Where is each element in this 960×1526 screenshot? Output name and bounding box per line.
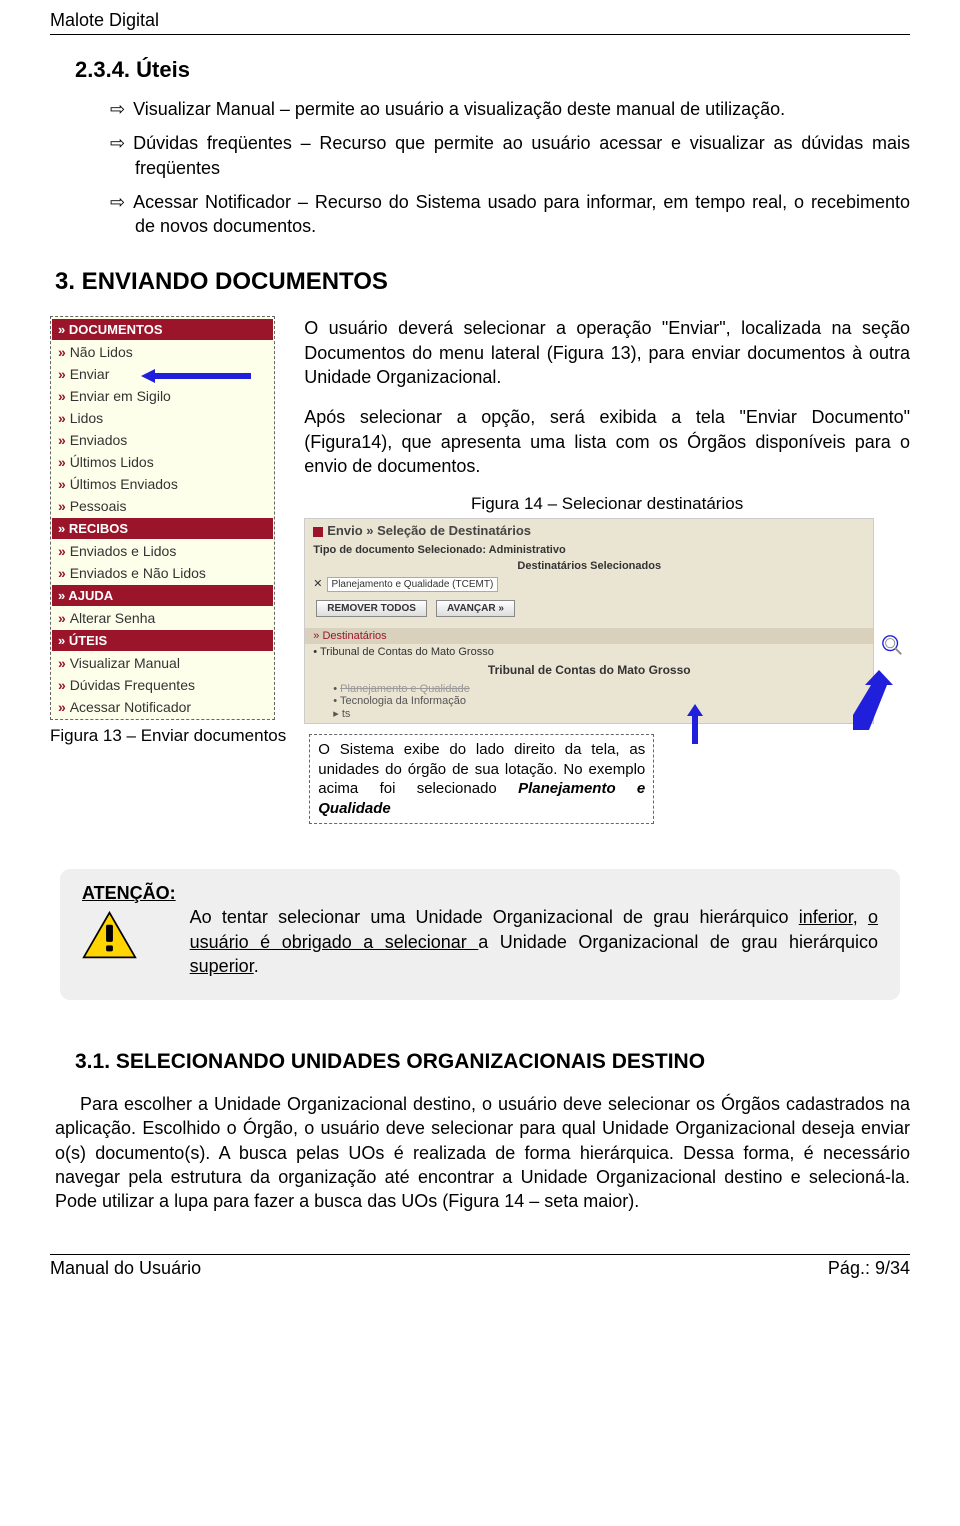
heading-31: 3.1. SELECIONANDO UNIDADES ORGANIZACIONA… [75, 1050, 910, 1074]
footer-right: Pág.: 9/34 [828, 1258, 910, 1279]
sidebar-item: Enviados e Não Lidos [52, 562, 273, 584]
fig14-sub-item: Tecnologia da Informação [340, 695, 466, 707]
small-arrow-icon [687, 704, 703, 747]
fig14-title: Envio » Seleção de Destinatários [327, 523, 531, 538]
figure14-note-box: O Sistema exibe do lado direito da tela,… [309, 734, 654, 824]
warning-triangle-icon [82, 910, 137, 960]
figure14-caption: Figura 14 – Selecionar destinatários [304, 494, 910, 514]
bullet-acessar-text: Acessar Notificador – Recurso do Sistema… [133, 192, 910, 236]
sidebar-cat-documentos: » DOCUMENTOS [52, 319, 273, 340]
square-icon [313, 527, 323, 537]
highlight-arrow-icon [141, 369, 241, 379]
fig14-destinatarios-header: » Destinatários [305, 628, 873, 644]
para-enviando-1: O usuário deverá selecionar a operação "… [304, 316, 910, 389]
sidebar-item: Alterar Senha [52, 607, 273, 629]
fig14-selected-cell: Planejamento e Qualidade (TCEMT) [327, 577, 499, 592]
footer-left: Manual do Usuário [50, 1258, 201, 1279]
magnifier-icon [881, 634, 903, 656]
attention-text: Ao tentar selecionar uma Unidade Organiz… [190, 883, 878, 978]
sidebar-item: Lidos [52, 407, 273, 429]
fig14-dest-sel: Destinatários Selecionados [305, 558, 873, 574]
attention-block: ATENÇÃO: Ao tentar selecionar uma Unidad… [60, 869, 900, 1000]
screenshot-envio-destinatarios: Envio » Seleção de Destinatários Tipo de… [304, 518, 874, 724]
avancar-button: AVANÇAR » [436, 600, 515, 617]
sidebar-item: Dúvidas Frequentes [52, 674, 273, 696]
sidebar-cat-recibos: » RECIBOS [52, 518, 273, 539]
fig14-trib-bold: Tribunal de Contas do Mato Grosso [305, 660, 873, 680]
sidebar-item: Últimos Enviados [52, 473, 273, 495]
figure13-caption: Figura 13 – Enviar documentos [50, 726, 286, 746]
fig14-sub-item: ts [342, 708, 351, 720]
sidebar-item: Pessoais [52, 495, 273, 517]
sidebar-item: Enviados e Lidos [52, 540, 273, 562]
fig14-tipo: Tipo de documento Selecionado: Administr… [305, 542, 873, 558]
attention-label: ATENÇÃO: [82, 883, 176, 904]
sidebar-item: Não Lidos [52, 341, 273, 363]
sidebar-item: Enviar em Sigilo [52, 385, 273, 407]
sidebar-item: Últimos Lidos [52, 451, 273, 473]
page-header-title: Malote Digital [50, 10, 910, 35]
sidebar-cat-ajuda: » AJUDA [52, 585, 273, 606]
page-footer: Manual do Usuário Pág.: 9/34 [50, 1254, 910, 1279]
remover-todos-button: REMOVER TODOS [316, 600, 427, 617]
bullet-acessar: Acessar Notificador – Recurso do Sistema… [110, 190, 910, 239]
bullet-duvidas: Dúvidas freqüentes – Recurso que permite… [110, 131, 910, 180]
heading-234: 2.3.4. Úteis [75, 57, 910, 83]
sidebar-item: Enviados [52, 429, 273, 451]
para-31-body: Para escolher a Unidade Organizacional d… [55, 1092, 910, 1213]
screenshot-sidebar-menu: » DOCUMENTOS Não Lidos Enviar Enviar em … [50, 316, 275, 720]
sidebar-item: Acessar Notificador [52, 696, 273, 718]
bullet-visualizar-manual: Visualizar Manual – permite ao usuário a… [110, 97, 910, 121]
fig14-sub-item-strike: Planejamento e Qualidade [340, 683, 470, 695]
sidebar-cat-uteis: » ÚTEIS [52, 630, 273, 651]
heading-enviando: 3. ENVIANDO DOCUMENTOS [55, 268, 910, 296]
para-enviando-2: Após selecionar a opção, será exibida a … [304, 405, 910, 478]
large-arrow-icon [853, 670, 893, 733]
bullet-duvidas-text: Dúvidas freqüentes – Recurso que permite… [133, 133, 910, 177]
sidebar-item: Visualizar Manual [52, 652, 273, 674]
fig14-trib-row: • Tribunal de Contas do Mato Grosso [305, 644, 873, 660]
